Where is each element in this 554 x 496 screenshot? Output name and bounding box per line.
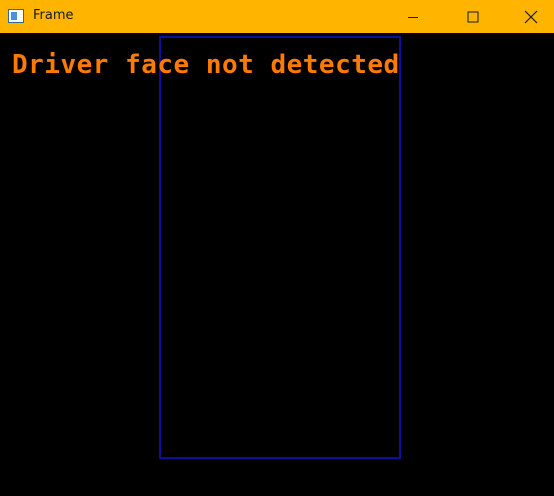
close-button[interactable] [508, 0, 554, 33]
close-icon [524, 10, 538, 23]
face-bounding-box [159, 36, 401, 459]
title-bar[interactable]: Frame [0, 0, 554, 33]
maximize-icon [467, 11, 479, 22]
app-window: Frame Driver face not detected [0, 0, 554, 496]
app-window-icon [8, 9, 24, 23]
maximize-button[interactable] [450, 0, 496, 33]
status-message: Driver face not detected [12, 50, 400, 80]
minimize-icon [408, 16, 418, 18]
window-title: Frame [33, 8, 74, 23]
video-frame: Driver face not detected [0, 33, 554, 496]
minimize-button[interactable] [390, 0, 436, 33]
